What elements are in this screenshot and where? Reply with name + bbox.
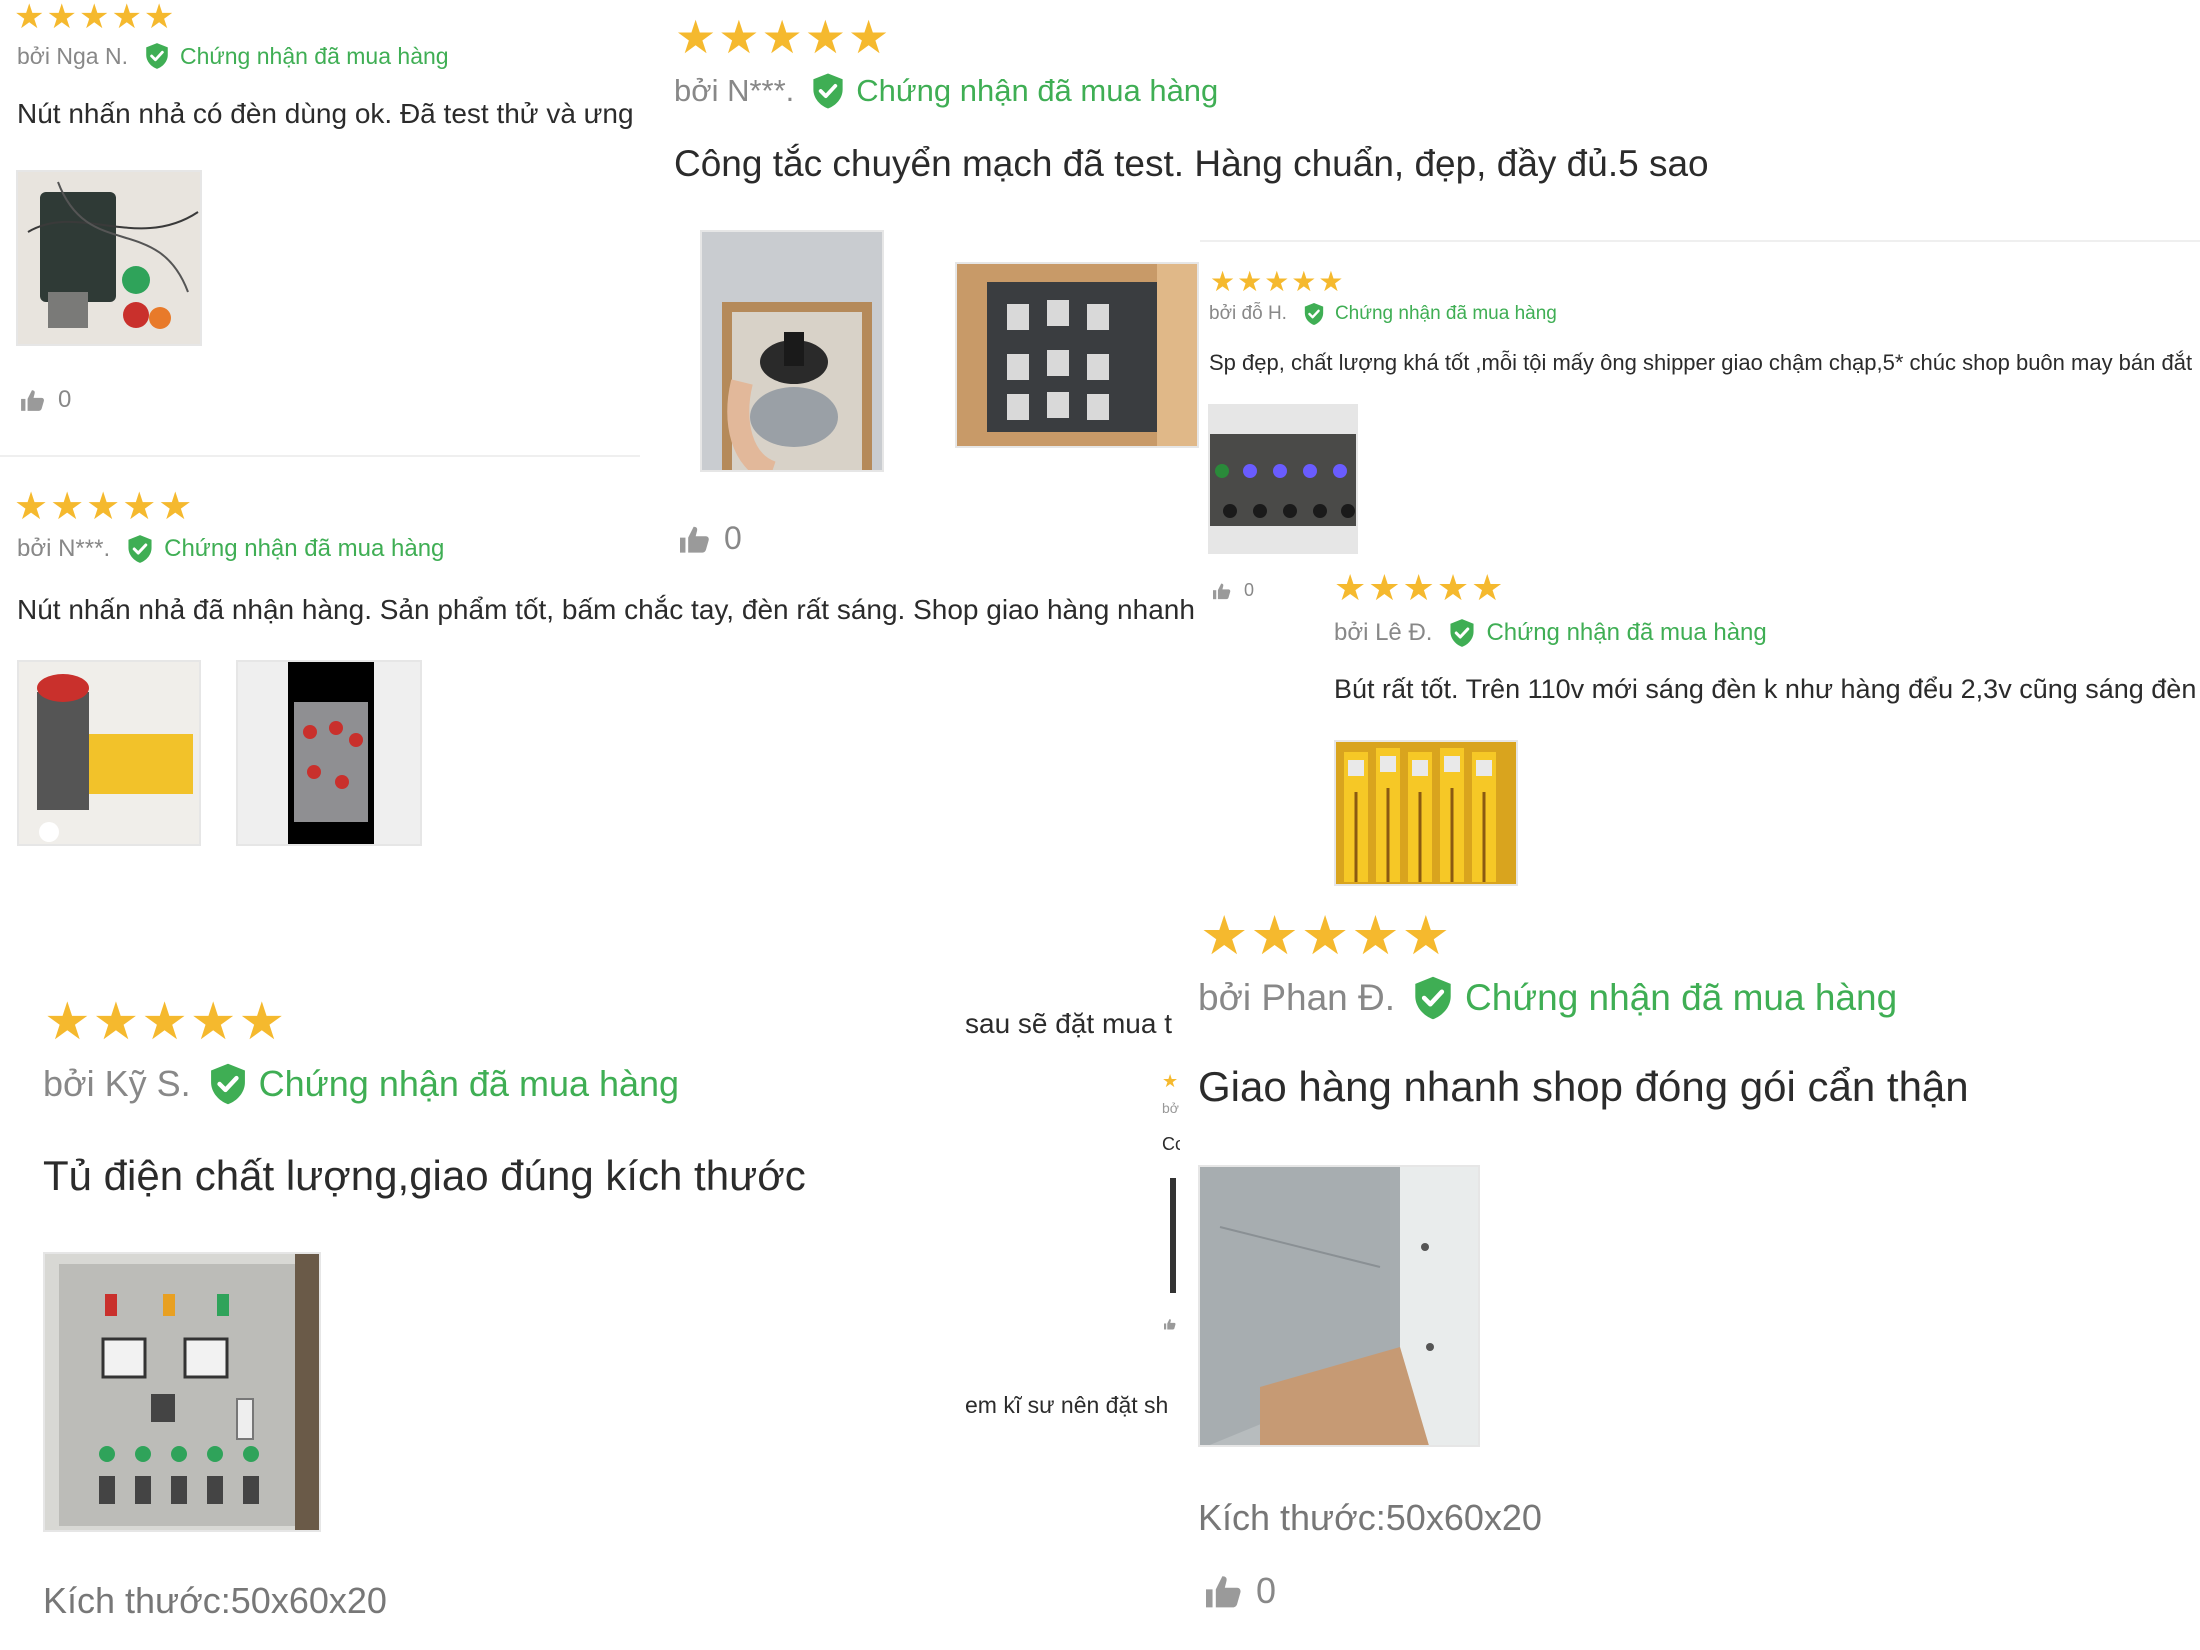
review-text: Công tắc chuyển mạch đã test. Hàng chuẩn… (674, 143, 1709, 184)
verified-shield-icon (128, 535, 152, 563)
photo-content (957, 264, 1197, 446)
fragment-text: em kĩ sư nên đặt sh (965, 1392, 1169, 1418)
like-button[interactable]: 0 (1204, 1570, 1276, 1612)
review-photo-electrical-cabinet[interactable] (43, 1252, 321, 1532)
verified-label: Chứng nhận đã mua hàng (1465, 977, 1898, 1018)
review-card-7: ★★★★★ bởi Phan Đ. Chứng nhận đã mua hàng… (1180, 895, 2200, 1650)
fragment-author: bở (1162, 1100, 1179, 1116)
like-count: 0 (1244, 580, 1255, 600)
review-card-3: ★★★★★ bởi đỗ H. Chứng nhận đã mua hàng S… (1200, 240, 2200, 620)
review-card-5: ★★★★★ bởi Lê Đ. Chứng nhận đã mua hàng B… (1320, 570, 2200, 890)
thumbs-up-icon (1213, 583, 1231, 599)
photo-content (1336, 742, 1516, 884)
verified-badge: Chứng nhận đã mua hàng (1411, 975, 1897, 1021)
divider (1200, 240, 2200, 242)
verified-label: Chứng nhận đã mua hàng (258, 1063, 680, 1104)
photo-content (45, 1254, 319, 1530)
rating-stars: ★★★★★ (1210, 266, 1346, 297)
photo-content (238, 662, 420, 844)
review-text: Nút nhấn nhả có đèn dùng ok. Đã test thử… (17, 98, 634, 129)
like-count: 0 (58, 386, 72, 413)
like-button[interactable]: 0 (20, 386, 71, 414)
verified-shield-icon (1450, 619, 1474, 647)
photo-content (18, 172, 200, 344)
review-meta: bởi Phan Đ. Chứng nhận đã mua hàng (1198, 975, 1897, 1021)
fragment-text: sau sẽ đặt mua t (965, 1008, 1173, 1039)
review-meta: bởi Kỹ S. Chứng nhận đã mua hàng (43, 1062, 679, 1106)
rating-stars: ★★★★★ (14, 0, 177, 36)
fragment-photo (1170, 1178, 1176, 1293)
review-card-1: ★★★★★ bởi Nga N. Chứng nhận đã mua hàng … (0, 0, 640, 455)
variant-size: Kích thước:50x60x20 (43, 1580, 387, 1621)
review-text: Nút nhấn nhả đã nhận hàng. Sản phẩm tốt,… (17, 594, 1195, 625)
reviewer-name: bởi Kỹ S. (43, 1063, 191, 1104)
verified-shield-icon (210, 1063, 245, 1105)
review-card-4: ★★★★★ bởi N***. Chứng nhận đã mua hàng N… (0, 470, 1200, 860)
review-photo-selector-switch[interactable] (700, 230, 884, 472)
like-count: 0 (1256, 1570, 1277, 1611)
review-text: Bút rất tốt. Trên 110v mới sáng đèn k nh… (1334, 674, 2197, 704)
review-photo-cabinet-interior[interactable] (1198, 1165, 1480, 1447)
review-card-6: ★★★★★ bởi Kỹ S. Chứng nhận đã mua hàng T… (0, 952, 960, 1650)
review-photo-controller-box[interactable] (16, 170, 202, 346)
verified-shield-icon (1415, 976, 1451, 1020)
review-photo-test-pens[interactable] (1334, 740, 1518, 886)
review-photo-box-of-buttons[interactable] (236, 660, 422, 846)
rating-stars: ★★★★★ (675, 11, 892, 63)
divider (0, 455, 640, 457)
verified-label: Chứng nhận đã mua hàng (1334, 303, 1557, 324)
verified-shield-icon (813, 73, 843, 109)
photo-content (19, 662, 199, 844)
verified-shield-icon (1304, 303, 1324, 325)
fragment-star: ★ (1162, 1071, 1181, 1091)
rating-stars: ★★★★★ (1200, 906, 1453, 966)
review-card-2: ★★★★★ bởi N***. Chứng nhận đã mua hàng C… (660, 0, 2200, 240)
review-meta: bởi Lê Đ. Chứng nhận đã mua hàng (1334, 618, 1767, 648)
verified-label: Chứng nhận đã mua hàng (179, 42, 449, 69)
review-meta: bởi Nga N. Chứng nhận đã mua hàng (17, 42, 449, 70)
review-photo-box-of-switches[interactable] (955, 262, 1199, 448)
verified-label: Chứng nhận đã mua hàng (1486, 619, 1767, 646)
review-photo-red-button[interactable] (17, 660, 201, 846)
reviewer-name: bởi N***. (674, 73, 795, 108)
review-text: Sp đẹp, chất lượng khá tốt ,mỗi tội mấy … (1209, 350, 2193, 375)
rating-stars: ★★★★★ (14, 486, 195, 528)
verified-badge: Chứng nhận đã mua hàng (207, 1062, 679, 1106)
variant-size: Kích thước:50x60x20 (1198, 1497, 1542, 1538)
reviewer-name: bởi đỗ H. (1209, 303, 1287, 324)
verified-shield-icon (146, 43, 168, 69)
rating-stars: ★★★★★ (1334, 570, 1506, 608)
thumbs-up-icon (1164, 1319, 1176, 1330)
reviewer-name: bởi Phan Đ. (1198, 977, 1396, 1018)
verified-label: Chứng nhận đã mua hàng (856, 73, 1219, 108)
review-meta: bởi đỗ H. Chứng nhận đã mua hàng (1209, 302, 1557, 326)
reviewer-name: bởi N***. (17, 535, 111, 562)
photo-content (702, 232, 882, 470)
review-text: Giao hàng nhanh shop đóng gói cẩn thận (1198, 1063, 1969, 1110)
thumbs-up-icon (1206, 1576, 1241, 1608)
verified-badge: Chứng nhận đã mua hàng (126, 534, 444, 564)
thumbs-up-icon (21, 390, 44, 411)
review-text: Tủ điện chất lượng,giao đúng kích thước (43, 1152, 806, 1199)
verified-label: Chứng nhận đã mua hàng (164, 535, 445, 562)
rating-stars: ★★★★★ (44, 993, 288, 1051)
photo-content (1210, 406, 1356, 552)
reviewer-name: bởi Lê Đ. (1334, 619, 1433, 646)
reviewer-name: bởi Nga N. (17, 42, 128, 69)
verified-badge: Chứng nhận đã mua hàng (810, 72, 1218, 110)
verified-badge: Chứng nhận đã mua hàng (1303, 302, 1557, 326)
verified-badge: Chứng nhận đã mua hàng (1448, 618, 1767, 648)
like-button[interactable]: 0 (1212, 580, 1254, 601)
review-meta: bởi N***. Chứng nhận đã mua hàng (17, 534, 444, 564)
photo-content (1200, 1167, 1478, 1445)
review-meta: bởi N***. Chứng nhận đã mua hàng (674, 72, 1218, 110)
review-photo-switch-panel[interactable] (1208, 404, 1358, 554)
verified-badge: Chứng nhận đã mua hàng (144, 42, 449, 70)
